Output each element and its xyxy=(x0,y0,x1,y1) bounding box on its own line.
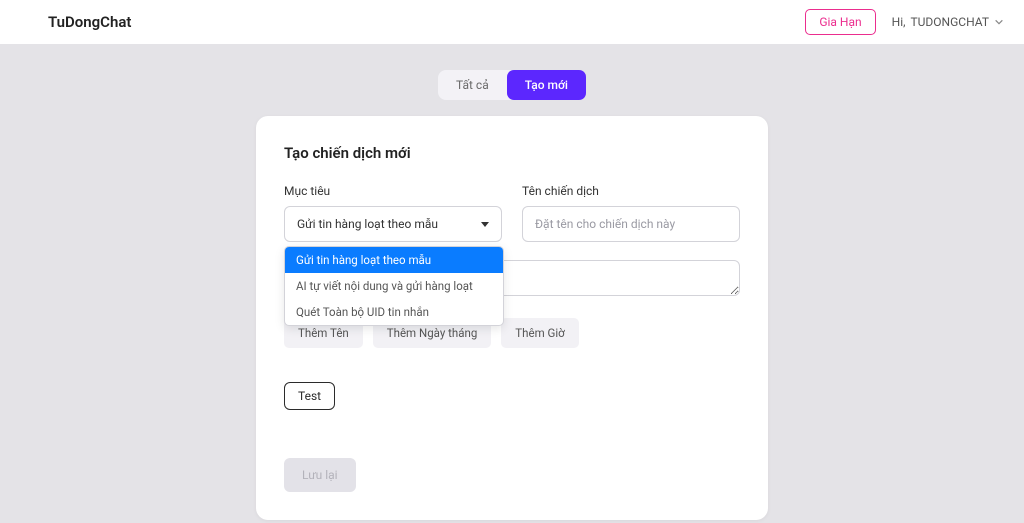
goal-label: Mục tiêu xyxy=(284,184,502,198)
tab-create[interactable]: Tạo mới xyxy=(507,70,586,100)
goal-option-1[interactable]: AI tự viết nội dung và gửi hàng loạt xyxy=(285,273,503,299)
user-greeting-prefix: Hi, xyxy=(892,15,906,29)
tabs: Tất cả Tạo mới xyxy=(438,70,586,100)
goal-dropdown: Gửi tin hàng loạt theo mẫu AI tự viết nộ… xyxy=(284,246,504,326)
test-button[interactable]: Test xyxy=(284,382,335,410)
campaign-name-label: Tên chiến dịch xyxy=(522,184,740,198)
user-name: TUDONGCHAT xyxy=(910,15,989,29)
campaign-card: Tạo chiến dịch mới Mục tiêu Gửi tin hàng… xyxy=(256,116,768,520)
goal-option-2[interactable]: Quét Toàn bộ UID tin nhắn xyxy=(285,299,503,325)
card-title: Tạo chiến dịch mới xyxy=(284,144,740,162)
user-menu[interactable]: Hi, TUDONGCHAT xyxy=(892,15,1004,29)
save-row: Lưu lại xyxy=(284,410,740,492)
goal-selected-text: Gửi tin hàng loạt theo mẫu xyxy=(297,217,438,231)
chevron-down-icon xyxy=(994,17,1004,27)
tabs-container: Tất cả Tạo mới xyxy=(0,70,1024,100)
save-button[interactable]: Lưu lại xyxy=(284,458,356,492)
form-row-1: Mục tiêu Gửi tin hàng loạt theo mẫu Gửi … xyxy=(284,184,740,242)
tab-all[interactable]: Tất cả xyxy=(438,70,507,100)
goal-column: Mục tiêu Gửi tin hàng loạt theo mẫu Gửi … xyxy=(284,184,502,242)
goal-select[interactable]: Gửi tin hàng loạt theo mẫu xyxy=(284,206,502,242)
logo: TuDongChat xyxy=(48,13,131,31)
gia-han-button[interactable]: Gia Hạn xyxy=(805,9,875,35)
campaign-name-column: Tên chiến dịch xyxy=(522,184,740,242)
app-header: TuDongChat Gia Hạn Hi, TUDONGCHAT xyxy=(0,0,1024,44)
add-time-button[interactable]: Thêm Giờ xyxy=(501,318,578,348)
header-right: Gia Hạn Hi, TUDONGCHAT xyxy=(805,9,1004,35)
caret-down-icon xyxy=(481,222,489,227)
goal-option-0[interactable]: Gửi tin hàng loạt theo mẫu xyxy=(285,247,503,273)
campaign-name-input[interactable] xyxy=(522,206,740,242)
